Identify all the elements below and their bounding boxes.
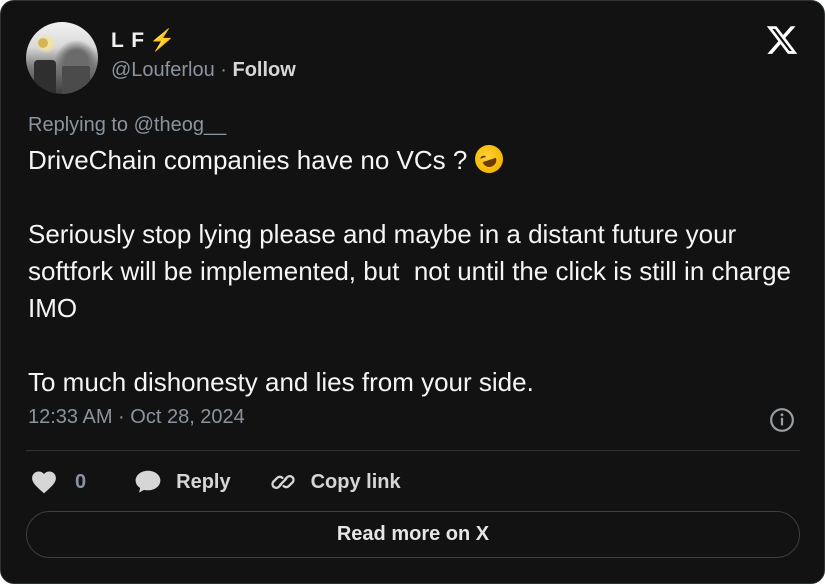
tweet-paragraph-2: Seriously stop lying please and maybe in… [28,219,799,323]
tweet-timestamp[interactable]: 12:33 AM · Oct 28, 2024 [28,406,245,429]
reply-label: Reply [176,470,231,493]
handle-separator: · [220,59,227,81]
author-handle-row: @Louferlou · Follow [111,59,296,82]
avatar-building [62,66,90,94]
like-button[interactable]: 0 [31,470,86,494]
replying-to[interactable]: Replying to @theog__ [28,114,226,137]
follow-button[interactable]: Follow [233,59,296,81]
like-count: 0 [75,470,87,493]
divider [26,450,800,451]
tweet-text: DriveChain companies have no VCs ? Serio… [28,141,803,401]
link-icon [270,475,295,489]
lightning-badge-icon: ⚡ [149,29,177,52]
tweet-line-1: DriveChain companies have no VCs ? [28,141,803,179]
avatar-silhouette [34,60,56,94]
tweet-paragraph-3: To much dishonesty and lies from your si… [28,367,534,397]
read-more-button[interactable]: Read more on X [26,511,800,558]
tweet-actions: 0 Reply Copy link [31,467,401,497]
avatar-light [38,38,48,48]
tweet-line-1-text: DriveChain companies have no VCs ? [28,145,468,175]
rolling-on-the-floor-laughing-emoji-icon [470,141,507,177]
author-handle[interactable]: @Louferlou [111,59,215,81]
avatar[interactable] [26,22,98,94]
copy-link-label: Copy link [310,470,401,493]
speech-bubble-icon [135,470,161,493]
author-name[interactable]: L F ⚡ [111,29,176,53]
info-icon[interactable] [769,407,795,433]
author-name-text: L F [111,29,146,52]
reply-button[interactable]: Reply [134,469,231,495]
embedded-tweet-card: L F ⚡ @Louferlou · Follow Replying to @th… [0,0,825,584]
heart-icon [32,471,56,494]
read-more-label: Read more on X [336,523,490,545]
x-logo-icon[interactable] [765,23,799,57]
copy-link-button[interactable]: Copy link [269,468,401,496]
